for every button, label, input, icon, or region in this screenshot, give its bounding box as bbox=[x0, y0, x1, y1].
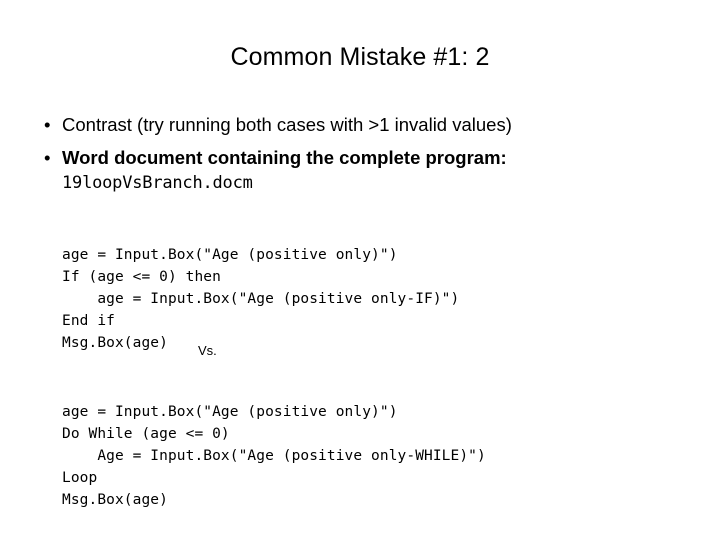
code-line: age = Input.Box("Age (positive only-IF)"… bbox=[62, 291, 460, 307]
code-line: End if bbox=[62, 313, 115, 329]
bullet-text: Contrast (try running both cases with >1… bbox=[62, 114, 512, 135]
list-item: • Contrast (try running both cases with … bbox=[0, 112, 720, 138]
slide: Common Mistake #1: 2 • Contrast (try run… bbox=[0, 0, 720, 540]
code-line: Msg.Box(age) bbox=[62, 492, 168, 508]
code-block-if: age = Input.Box("Age (positive only)") If… bbox=[62, 222, 459, 398]
code-line: Age = Input.Box("Age (positive only-WHIL… bbox=[62, 448, 486, 464]
list-item: • Word document containing the complete … bbox=[0, 145, 720, 196]
code-line: age = Input.Box("Age (positive only)") bbox=[62, 404, 398, 420]
slide-body: • Contrast (try running both cases with … bbox=[0, 112, 720, 203]
code-line: Msg.Box(age) bbox=[62, 335, 168, 351]
bullet-dot-icon: • bbox=[44, 147, 51, 168]
bullet-text: Word document containing the complete pr… bbox=[62, 147, 507, 168]
code-block-while: age = Input.Box("Age (positive only)") Do… bbox=[62, 379, 486, 555]
code-line: Do While (age <= 0) bbox=[62, 426, 230, 442]
code-line: age = Input.Box("Age (positive only)") bbox=[62, 247, 398, 263]
versus-separator: Vs. bbox=[198, 343, 217, 358]
bullet-dot-icon: • bbox=[44, 114, 51, 135]
code-line: If (age <= 0) then bbox=[62, 269, 221, 285]
page-title: Common Mistake #1: 2 bbox=[230, 43, 490, 71]
code-line: Loop bbox=[62, 470, 98, 486]
bullet-list: • Contrast (try running both cases with … bbox=[0, 112, 720, 196]
document-filename: 19loopVsBranch.docm bbox=[62, 173, 253, 193]
